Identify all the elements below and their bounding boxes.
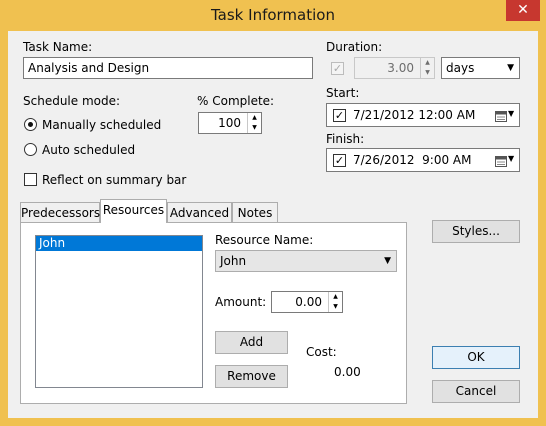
window-title: Task Information xyxy=(211,6,335,24)
amount-spinner[interactable]: ▲ ▼ xyxy=(328,292,342,312)
tab-advanced[interactable]: Advanced xyxy=(167,202,232,223)
duration-checkbox[interactable]: ✓ xyxy=(331,62,344,75)
auto-scheduled-radio[interactable] xyxy=(24,143,37,156)
start-checkbox[interactable]: ✓ xyxy=(333,109,346,122)
reflect-summary-checkbox[interactable] xyxy=(24,173,37,186)
chevron-down-icon: ▼ xyxy=(507,63,514,73)
task-name-input[interactable]: Analysis and Design xyxy=(23,57,313,79)
start-date-picker[interactable]: ✓ 7/21/2012 12:00 AM ▼ xyxy=(326,103,520,127)
resource-name-select[interactable]: John ▼ xyxy=(215,250,397,272)
spin-up-icon[interactable]: ▲ xyxy=(248,113,261,123)
styles-button[interactable]: Styles... xyxy=(432,220,520,243)
close-button[interactable]: ✕ xyxy=(506,0,540,21)
percent-complete-input[interactable]: 100 ▲ ▼ xyxy=(198,112,262,134)
auto-scheduled-label: Auto scheduled xyxy=(42,143,136,157)
start-date-value: 7/21/2012 12:00 AM xyxy=(353,108,476,122)
task-name-label: Task Name: xyxy=(23,40,93,54)
tab-resources[interactable]: Resources xyxy=(100,199,167,223)
chevron-down-icon: ▼ xyxy=(384,256,391,266)
add-resource-button[interactable]: Add xyxy=(215,331,288,354)
finish-date-value: 7/26/2012 9:00 AM xyxy=(353,153,472,167)
finish-checkbox[interactable]: ✓ xyxy=(333,154,346,167)
manually-scheduled-radio[interactable] xyxy=(24,118,37,131)
spin-up-icon[interactable]: ▲ xyxy=(329,292,342,302)
percent-complete-label: % Complete: xyxy=(197,94,275,108)
amount-input[interactable]: 0.00 ▲ ▼ xyxy=(271,291,343,313)
manually-scheduled-label: Manually scheduled xyxy=(42,118,162,132)
chevron-down-icon[interactable]: ▼ xyxy=(508,154,514,163)
percent-complete-value: 100 xyxy=(218,116,241,130)
duration-input[interactable]: 3.00 ▲ ▼ xyxy=(354,57,435,79)
ok-button[interactable]: OK xyxy=(432,346,520,369)
task-information-dialog: Task Information ✕ Task Name: Analysis a… xyxy=(0,0,546,426)
spin-up-icon[interactable]: ▲ xyxy=(421,58,434,68)
start-label: Start: xyxy=(326,86,360,100)
close-icon: ✕ xyxy=(517,2,529,18)
percent-spinner[interactable]: ▲ ▼ xyxy=(247,113,261,133)
duration-unit-select[interactable]: days ▼ xyxy=(441,57,520,79)
finish-label: Finish: xyxy=(326,132,365,146)
calendar-icon[interactable] xyxy=(495,155,507,167)
duration-value: 3.00 xyxy=(387,61,414,75)
resources-tab-panel: John Resource Name: John ▼ Amount: 0.00 … xyxy=(20,222,407,404)
resource-name-label: Resource Name: xyxy=(215,233,314,247)
cancel-button[interactable]: Cancel xyxy=(432,380,520,403)
finish-date-picker[interactable]: ✓ 7/26/2012 9:00 AM ▼ xyxy=(326,148,520,172)
amount-value: 0.00 xyxy=(295,295,322,309)
resource-list[interactable]: John xyxy=(35,235,203,388)
reflect-summary-label: Reflect on summary bar xyxy=(42,173,187,187)
schedule-mode-label: Schedule mode: xyxy=(23,94,121,108)
amount-label: Amount: xyxy=(215,295,267,309)
spin-down-icon[interactable]: ▼ xyxy=(329,302,342,312)
duration-spinner[interactable]: ▲ ▼ xyxy=(420,58,434,78)
resource-name-value: John xyxy=(220,254,247,268)
duration-label: Duration: xyxy=(326,40,383,54)
calendar-icon[interactable] xyxy=(495,110,507,122)
dialog-client-area: Task Name: Analysis and Design Duration:… xyxy=(8,31,538,418)
tab-notes[interactable]: Notes xyxy=(232,202,278,223)
checkmark-icon: ✓ xyxy=(334,154,345,167)
spin-down-icon[interactable]: ▼ xyxy=(421,68,434,78)
cost-label: Cost: xyxy=(306,345,337,359)
tab-predecessors[interactable]: Predecessors xyxy=(20,202,100,223)
checkmark-icon: ✓ xyxy=(332,62,343,75)
checkmark-icon: ✓ xyxy=(334,109,345,122)
list-item[interactable]: John xyxy=(36,236,202,251)
duration-unit-value: days xyxy=(446,61,475,75)
chevron-down-icon[interactable]: ▼ xyxy=(508,109,514,118)
remove-resource-button[interactable]: Remove xyxy=(215,365,288,388)
spin-down-icon[interactable]: ▼ xyxy=(248,123,261,133)
cost-value: 0.00 xyxy=(334,365,361,379)
